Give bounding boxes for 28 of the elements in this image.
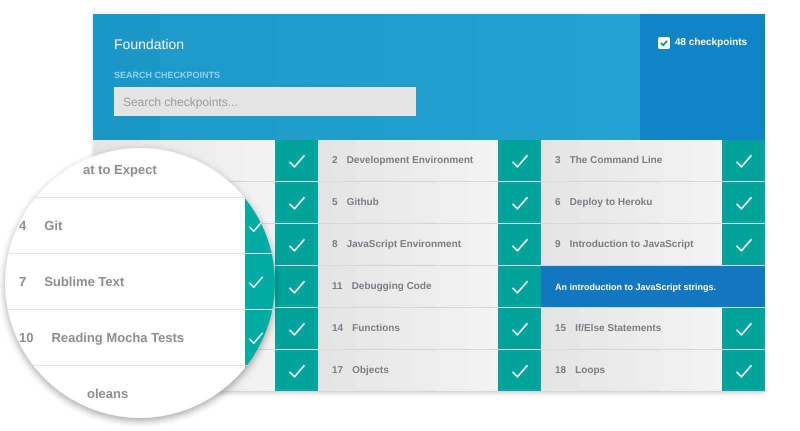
checkpoint-toggle[interactable] xyxy=(722,308,765,349)
checkpoint-description: An introduction to JavaScript strings. xyxy=(541,266,765,307)
checkpoint-toggle[interactable] xyxy=(498,350,541,391)
checkpoint-toggle[interactable] xyxy=(275,182,318,223)
checkpoint-toggle[interactable] xyxy=(275,266,318,307)
checkpoint-item[interactable]: 4 Git xyxy=(5,198,245,253)
checkpoint-toggle[interactable] xyxy=(245,254,275,309)
checkpoint-toggle[interactable] xyxy=(275,140,318,181)
search-label: SEARCH CHECKPOINTS xyxy=(114,70,222,80)
checkpoint-item[interactable]: 10 Reading Mocha Tests xyxy=(5,310,245,365)
checkpoint-toggle[interactable] xyxy=(275,308,318,349)
course-title: Foundation xyxy=(114,36,186,52)
checkpoint-toggle[interactable] xyxy=(498,140,541,181)
checkpoint-item[interactable]: oleans xyxy=(5,366,245,418)
checkpoint-toggle[interactable] xyxy=(722,350,765,391)
checkpoint-toggle[interactable] xyxy=(722,224,765,265)
checkpoint-toggle[interactable] xyxy=(498,266,541,307)
checkpoint-item[interactable]: 7 Sublime Text xyxy=(5,254,245,309)
checkpoint-item[interactable]: at to Expect xyxy=(5,148,245,197)
checkpoint-toggle[interactable] xyxy=(498,182,541,223)
search-field[interactable]: Search checkpoints... xyxy=(114,87,416,116)
checkpoint-toggle[interactable] xyxy=(722,140,765,181)
checkpoint-toggle[interactable] xyxy=(275,224,318,265)
checkpoint-count: 48 checkpoints xyxy=(674,37,748,48)
checkpoint-toggle[interactable] xyxy=(498,308,541,349)
checkpoint-toggle[interactable] xyxy=(722,182,765,223)
checkpoint-toggle[interactable] xyxy=(498,224,541,265)
checkpoint-toggle[interactable] xyxy=(275,350,318,391)
